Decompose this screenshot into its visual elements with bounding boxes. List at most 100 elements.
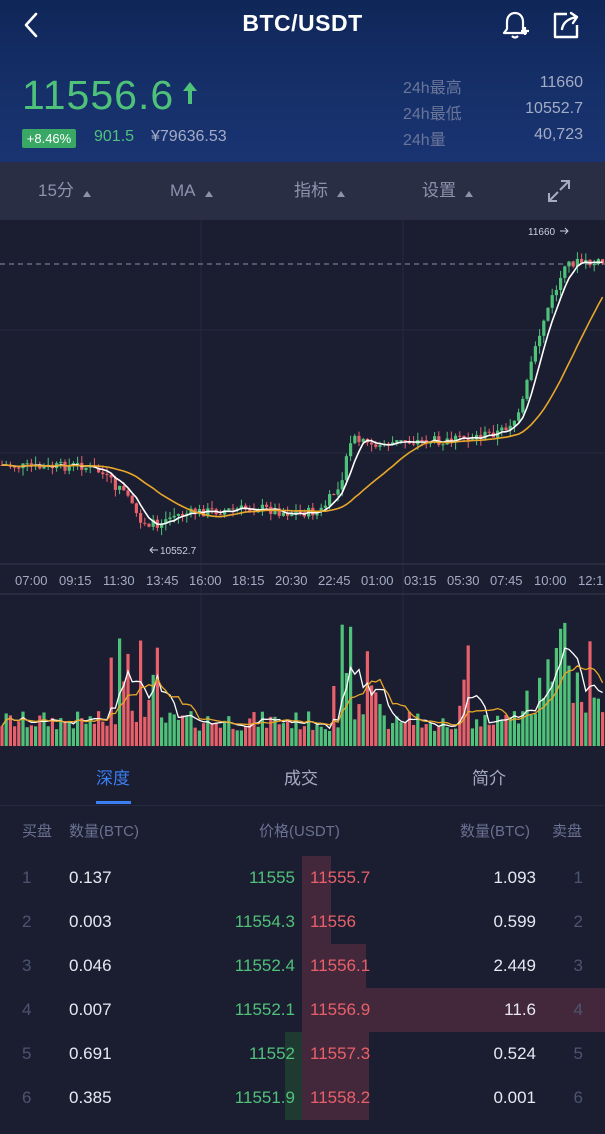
volume-bar: [4, 713, 8, 746]
candle-body: [113, 477, 117, 490]
ask-index: 4: [573, 1000, 583, 1019]
settings-selector[interactable]: 设置: [422, 162, 473, 220]
volume-bar: [386, 728, 390, 746]
candle-body: [332, 494, 336, 496]
interval-selector[interactable]: 15分: [38, 162, 91, 220]
tab-trades[interactable]: 成交: [251, 750, 351, 806]
candle-body: [290, 514, 294, 516]
volume-bar: [449, 729, 453, 746]
time-axis: 07:00 09:15 11:30 13:45 16:00 18:15 20:3…: [15, 573, 603, 588]
volume-bar: [202, 723, 206, 746]
volume-bar: [357, 704, 361, 746]
candle-body: [378, 445, 382, 447]
volume-bar: [210, 723, 214, 746]
volume-bar: [164, 722, 168, 746]
volume-bars: [0, 622, 605, 746]
candle-body: [374, 444, 378, 447]
candle-body: [458, 435, 462, 437]
candle-body: [412, 443, 416, 445]
ask-qty: 1.093: [493, 868, 536, 887]
volume-bar: [550, 681, 554, 746]
volume-bar: [84, 723, 88, 746]
time-tick: 12:1: [578, 573, 603, 588]
stat-low-value: 10552.7: [525, 100, 583, 117]
volume-bar: [206, 716, 210, 746]
ma-selector[interactable]: MA: [170, 162, 213, 220]
low-marker-arrow-icon: [149, 546, 158, 554]
candle-body: [147, 523, 151, 527]
volume-bar: [479, 726, 483, 746]
volume-bar: [420, 727, 424, 746]
kline-chart-panel[interactable]: 11660 10552.7 07:00 09:15 11:30 13:45 16…: [0, 220, 605, 750]
time-tick: 13:45: [146, 573, 179, 588]
bid-index: 4: [22, 1000, 32, 1019]
volume-bar: [223, 720, 227, 746]
time-tick: 11:30: [103, 573, 135, 588]
high-marker-label: 11660: [528, 227, 556, 238]
volume-bar: [176, 719, 180, 746]
cny-price: ¥79636.53: [151, 128, 227, 145]
back-button[interactable]: [14, 8, 48, 42]
volume-bar: [105, 725, 109, 746]
indicator-selector[interactable]: 指标: [294, 162, 345, 220]
volume-bar: [580, 701, 584, 746]
volume-bar: [361, 714, 365, 746]
time-tick: 16:00: [189, 573, 222, 588]
share-button[interactable]: [549, 8, 583, 42]
tab-intro[interactable]: 简介: [439, 750, 539, 806]
volume-bar: [311, 729, 315, 746]
volume-bar: [21, 711, 25, 746]
volume-bar: [231, 728, 235, 746]
volume-bar: [92, 723, 96, 746]
volume-bar: [601, 712, 605, 746]
ask-price: 11556.9: [310, 1000, 371, 1019]
bid-price: 11552.1: [234, 1000, 295, 1019]
bid-index: 2: [22, 912, 32, 931]
candle-body: [59, 461, 63, 464]
order-book-row[interactable]: 4 0.007 11552.1 11556.9 11.6 4: [0, 988, 605, 1032]
volume-bar: [168, 712, 172, 746]
bid-qty: 0.007: [69, 1000, 112, 1019]
volume-bar: [63, 721, 67, 746]
volume-bar: [315, 724, 319, 746]
order-book-row[interactable]: 3 0.046 11552.4 11556.1 2.449 3: [0, 944, 605, 988]
volume-bar: [155, 647, 159, 746]
candle-body: [395, 440, 399, 443]
candle-body: [25, 463, 29, 465]
candle-body: [176, 513, 180, 516]
candle-body: [130, 495, 134, 504]
change-amount: 901.5: [94, 128, 135, 145]
ask-price: 11555.7: [310, 868, 371, 887]
kline-chart[interactable]: 11660 10552.7 07:00 09:15 11:30 13:45 16…: [0, 220, 605, 750]
candle-body: [542, 320, 546, 336]
candle-body: [118, 485, 122, 490]
volume-bar: [445, 727, 449, 746]
vol-ma-fast-line: [1, 647, 603, 730]
candle-body: [17, 467, 21, 469]
volume-bar: [25, 727, 29, 746]
order-book-row[interactable]: 6 0.385 11551.9 11558.2 0.001 6: [0, 1076, 605, 1120]
tab-depth[interactable]: 深度: [63, 750, 163, 806]
volume-bar: [336, 727, 340, 746]
volume-bar: [239, 730, 243, 746]
volume-bar: [113, 724, 117, 746]
candle-body: [441, 444, 445, 446]
volume-bar: [17, 721, 21, 746]
volume-bar: [46, 726, 50, 746]
candle-body: [563, 266, 567, 278]
volume-bar: [508, 717, 512, 746]
bid-price: 11554.3: [234, 912, 295, 931]
order-book-row[interactable]: 2 0.003 11554.3 11556 0.599 2: [0, 900, 605, 944]
price-alert-button[interactable]: [499, 8, 533, 42]
time-tick: 07:00: [15, 573, 48, 588]
dropdown-triangle-icon: [204, 190, 213, 197]
bid-qty-header: 数量(BTC): [69, 823, 139, 840]
volume-bar: [365, 651, 369, 746]
expand-icon: [548, 180, 570, 202]
candle-body: [323, 505, 327, 508]
order-book-row[interactable]: 5 0.691 11552 11557.3 0.524 5: [0, 1032, 605, 1076]
fullscreen-button[interactable]: [546, 162, 572, 220]
order-book-row[interactable]: 1 0.137 11555 11555.7 1.093 1: [0, 856, 605, 900]
candle-body: [546, 307, 550, 321]
volume-bar: [466, 645, 470, 746]
